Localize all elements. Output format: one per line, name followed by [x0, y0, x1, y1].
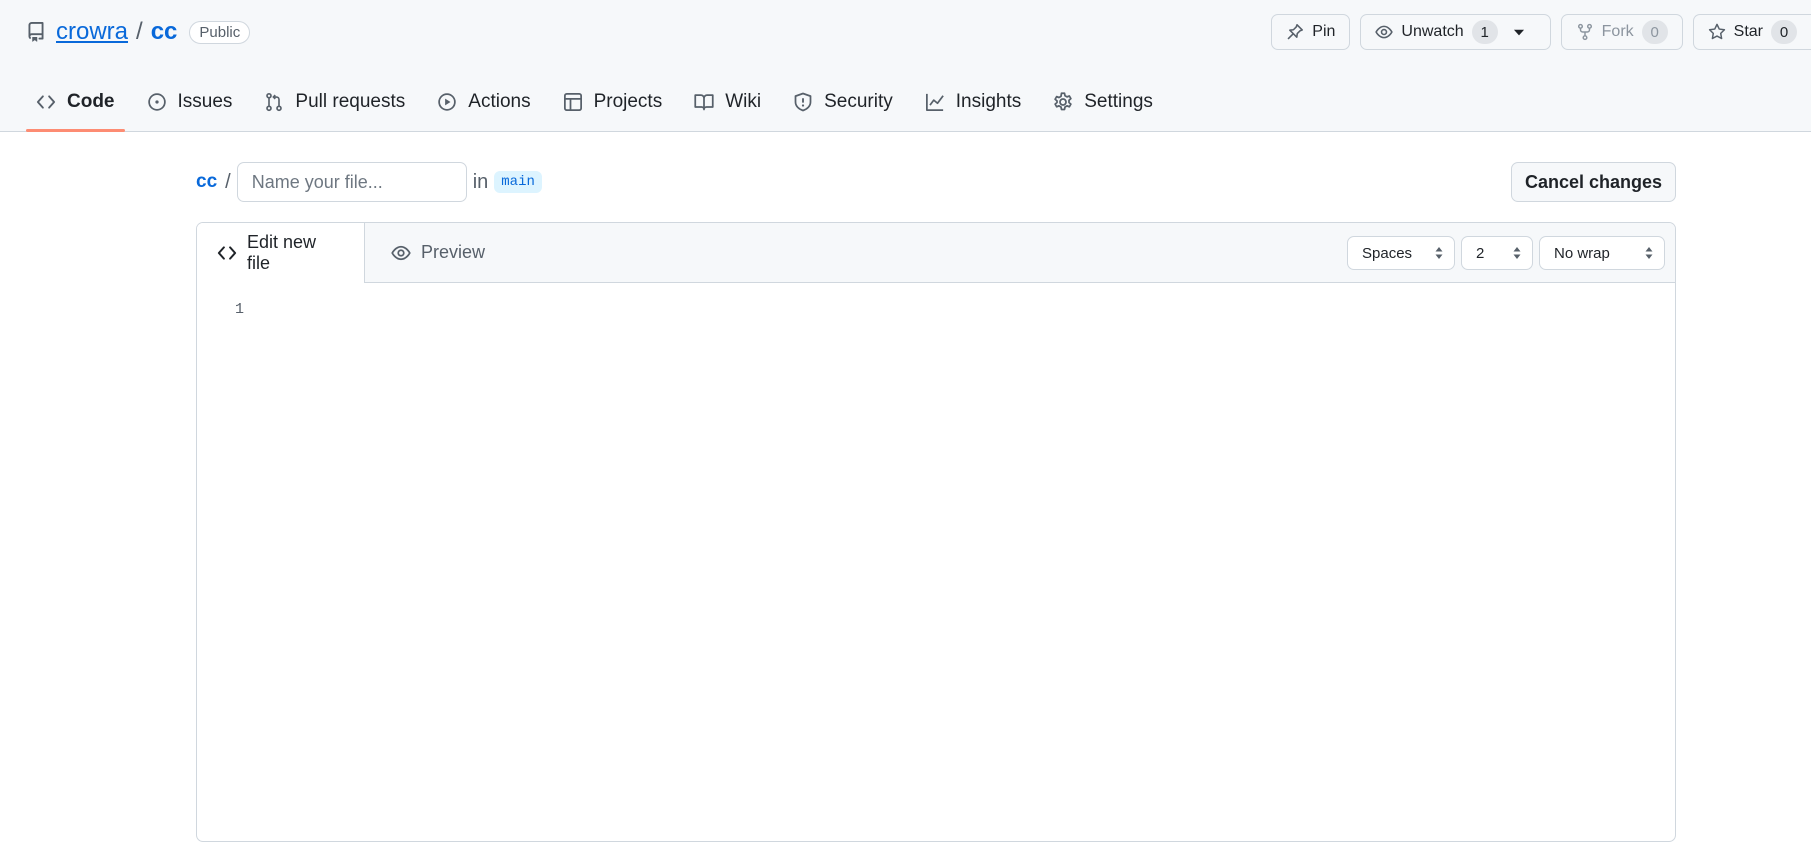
tab-pull-requests-label: Pull requests [295, 91, 406, 112]
issue-icon [147, 93, 166, 111]
select-arrows-icon [1435, 247, 1443, 259]
pin-button[interactable]: Pin [1271, 14, 1351, 50]
code-icon [36, 95, 56, 109]
star-label: Star [1733, 23, 1763, 40]
select-arrows-icon [1645, 247, 1653, 259]
repo-icon [28, 22, 44, 42]
tab-settings[interactable]: Settings [1043, 82, 1163, 122]
line-number: 1 [235, 301, 245, 318]
path-repo-link[interactable]: cc [196, 171, 217, 193]
graph-icon [925, 93, 944, 111]
path-separator: / [225, 170, 231, 193]
indent-mode-value: Spaces [1362, 244, 1413, 262]
play-icon [438, 93, 457, 111]
tab-settings-label: Settings [1084, 91, 1153, 112]
watch-label: Unwatch [1401, 23, 1464, 40]
editor-tabs: Edit new file Preview Spaces 2 No wrap [197, 223, 1675, 283]
filename-input[interactable] [236, 162, 467, 202]
file-path-row: cc / in main [196, 162, 542, 202]
fork-button[interactable]: Fork 0 [1560, 14, 1683, 50]
pin-icon [1287, 24, 1304, 40]
tab-issues[interactable]: Issues [137, 82, 243, 122]
tab-edit-new-file[interactable]: Edit new file [197, 223, 365, 283]
star-button[interactable]: Star 0 [1692, 14, 1811, 50]
wrap-mode-select[interactable]: No wrap [1539, 236, 1665, 270]
code-icon [217, 246, 237, 260]
tab-projects-label: Projects [593, 91, 663, 112]
tab-insights-label: Insights [955, 91, 1022, 112]
repo-actions: Pin Unwatch 1 Fork 0 Star 0 [1261, 14, 1811, 50]
book-icon [694, 94, 714, 111]
repo-owner-link[interactable]: crowra [56, 18, 128, 46]
editor-controls: Spaces 2 No wrap [1341, 236, 1665, 270]
tab-actions[interactable]: Actions [427, 82, 540, 122]
table-icon [563, 93, 582, 111]
repo-header: crowra / cc Public Pin Unwatch 1 Fork 0 … [0, 0, 1811, 132]
file-editor: Edit new file Preview Spaces 2 No wrap 1 [196, 222, 1676, 842]
indent-size-value: 2 [1476, 244, 1485, 262]
star-counter: 0 [1771, 20, 1797, 44]
tab-actions-label: Actions [468, 91, 531, 112]
caret-down-icon[interactable] [1510, 23, 1528, 41]
repo-nav: Code Issues Pull requests Actions Projec… [26, 82, 1175, 132]
tab-preview-label: Preview [421, 242, 486, 262]
star-icon [1708, 23, 1725, 40]
tab-wiki-label: Wiki [725, 91, 762, 112]
pull-request-icon [266, 92, 283, 112]
watch-counter: 1 [1471, 20, 1498, 44]
repo-name-link[interactable]: cc [151, 18, 178, 46]
tab-issues-label: Issues [177, 91, 233, 112]
indent-mode-select[interactable]: Spaces [1347, 236, 1455, 270]
tab-wiki[interactable]: Wiki [684, 82, 771, 122]
tab-preview[interactable]: Preview [365, 223, 505, 282]
tab-code-label: Code [67, 91, 115, 112]
eye-icon [391, 245, 411, 260]
repo-separator: / [136, 18, 143, 45]
visibility-badge: Public [189, 20, 251, 44]
gear-icon [1054, 92, 1072, 111]
eye-icon [1375, 25, 1394, 39]
shield-icon [794, 92, 812, 112]
watch-button[interactable]: Unwatch 1 [1360, 14, 1551, 50]
fork-counter: 0 [1641, 20, 1668, 44]
in-label: in [472, 170, 489, 193]
tab-security[interactable]: Security [783, 82, 903, 122]
select-arrows-icon [1513, 247, 1521, 259]
tab-security-label: Security [824, 91, 893, 112]
branch-badge: main [494, 171, 542, 193]
tab-edit-label: Edit new file [246, 232, 317, 273]
indent-size-select[interactable]: 2 [1461, 236, 1533, 270]
fork-icon [1577, 23, 1592, 41]
wrap-mode-value: No wrap [1554, 244, 1610, 262]
pin-label: Pin [1312, 23, 1336, 40]
repo-title-line: crowra / cc Public [26, 14, 251, 50]
tab-code[interactable]: Code [26, 82, 125, 132]
tab-insights[interactable]: Insights [915, 82, 1031, 122]
code-editor-area[interactable]: 1 [197, 283, 1675, 841]
fork-label: Fork [1601, 23, 1634, 40]
tab-pull-requests[interactable]: Pull requests [254, 82, 415, 122]
tab-projects[interactable]: Projects [553, 82, 673, 122]
cancel-changes-button[interactable]: Cancel changes [1511, 162, 1676, 202]
